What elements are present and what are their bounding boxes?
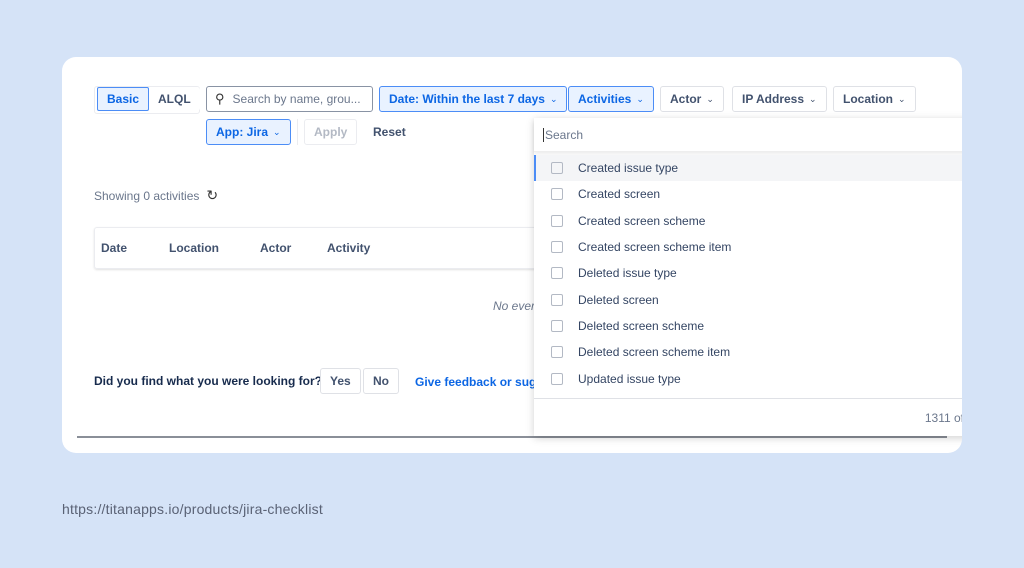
activity-option-label: Deleted screen scheme item — [578, 345, 731, 360]
ip-address-filter[interactable]: IP Address ⌄ — [732, 86, 827, 112]
activity-option[interactable]: Updated issue type — [534, 365, 962, 391]
column-date[interactable]: Date — [101, 241, 127, 255]
column-actor[interactable]: Actor — [260, 241, 291, 255]
results-counter: 1311 of 1 — [924, 411, 962, 425]
chevron-down-icon: ⌄ — [809, 93, 817, 104]
chevron-down-icon: ⌄ — [636, 93, 644, 104]
activity-option[interactable]: Deleted screen scheme — [534, 313, 962, 339]
audit-log-panel: Basic ALQL ⚲ Search by name, grou... Dat… — [62, 57, 962, 453]
search-input[interactable]: ⚲ Search by name, grou... — [206, 86, 373, 112]
activity-option-label: Created screen scheme — [578, 213, 706, 228]
activities-filter[interactable]: Activities ⌄ — [568, 86, 654, 112]
apply-button[interactable]: Apply — [304, 119, 358, 145]
activity-option[interactable]: Created screen scheme item — [534, 234, 962, 260]
activity-option[interactable]: Deleted screen — [534, 286, 962, 312]
activity-option-label: Updated issue type — [578, 371, 681, 386]
activity-option[interactable]: Created issue type — [534, 155, 962, 182]
dropdown-footer — [534, 398, 962, 399]
activity-option[interactable]: Deleted screen scheme item — [534, 339, 962, 365]
chevron-down-icon: ⌄ — [549, 93, 558, 104]
location-filter[interactable]: Location ⌄ — [833, 86, 916, 112]
activity-option-label: Deleted screen scheme — [578, 318, 705, 333]
checkbox[interactable] — [551, 188, 563, 201]
activity-option-label: Created screen scheme item — [578, 240, 732, 255]
activity-option-label: Created issue type — [578, 161, 679, 176]
column-location[interactable]: Location — [169, 241, 219, 255]
actor-filter[interactable]: Actor ⌄ — [660, 86, 724, 112]
basic-mode-button[interactable]: Basic — [97, 87, 150, 111]
chevron-down-icon: ⌄ — [898, 93, 906, 104]
checkbox[interactable] — [551, 372, 563, 385]
source-url: https://titanapps.io/products/jira-check… — [62, 501, 323, 517]
results-summary: Showing 0 activities ↻ — [94, 187, 218, 204]
activity-option[interactable]: Deleted issue type — [534, 260, 962, 286]
table-header — [94, 227, 554, 269]
results-count: Showing 0 activities — [94, 188, 200, 203]
actor-filter-label: Actor — [670, 92, 702, 106]
feedback-yes-button[interactable]: Yes — [320, 368, 361, 394]
dropdown-search-placeholder: Search — [543, 127, 584, 142]
search-placeholder: Search by name, grou... — [232, 92, 361, 106]
activity-option-label: Deleted issue type — [578, 266, 677, 281]
checkbox[interactable] — [551, 214, 563, 227]
checkbox[interactable] — [551, 346, 563, 359]
column-activity[interactable]: Activity — [327, 241, 370, 255]
activity-option[interactable]: Created screen — [534, 181, 962, 207]
search-icon: ⚲ — [215, 91, 225, 106]
checkbox[interactable] — [551, 241, 563, 254]
app-filter[interactable]: App: Jira ⌄ — [206, 119, 291, 145]
activity-option-label: Created screen — [578, 187, 661, 202]
bottom-divider — [77, 436, 947, 438]
activities-filter-label: Activities — [578, 92, 632, 106]
ip-filter-label: IP Address — [742, 92, 805, 106]
reset-button[interactable]: Reset — [364, 119, 415, 145]
activities-dropdown: Search Created issue type Created screen C… — [534, 118, 962, 436]
feedback-link[interactable]: Give feedback or sugg — [415, 375, 544, 389]
chevron-down-icon: ⌄ — [273, 126, 281, 137]
dropdown-search-input[interactable]: Search — [534, 118, 962, 152]
activity-option[interactable]: Created screen scheme — [534, 208, 962, 234]
chevron-down-icon: ⌄ — [706, 93, 714, 104]
feedback-question: Did you find what you were looking for? — [94, 374, 322, 388]
checkbox[interactable] — [551, 267, 563, 280]
activity-option-label: Deleted screen — [578, 292, 659, 307]
alql-mode-button[interactable]: ALQL — [149, 87, 200, 111]
date-filter[interactable]: Date: Within the last 7 days ⌄ — [379, 86, 568, 112]
activity-options: Created issue type Created screen Created … — [534, 155, 962, 392]
feedback-no-button[interactable]: No — [363, 368, 399, 394]
checkbox[interactable] — [551, 293, 563, 306]
divider — [297, 119, 298, 145]
date-filter-label: Date: Within the last 7 days — [389, 92, 545, 106]
mode-toggle: Basic ALQL — [94, 86, 200, 114]
refresh-icon[interactable]: ↻ — [206, 187, 218, 204]
app-filter-label: App: Jira — [216, 125, 269, 139]
checkbox[interactable] — [551, 162, 563, 175]
location-filter-label: Location — [843, 92, 893, 106]
checkbox[interactable] — [551, 319, 563, 332]
empty-state: No ever — [493, 299, 536, 313]
